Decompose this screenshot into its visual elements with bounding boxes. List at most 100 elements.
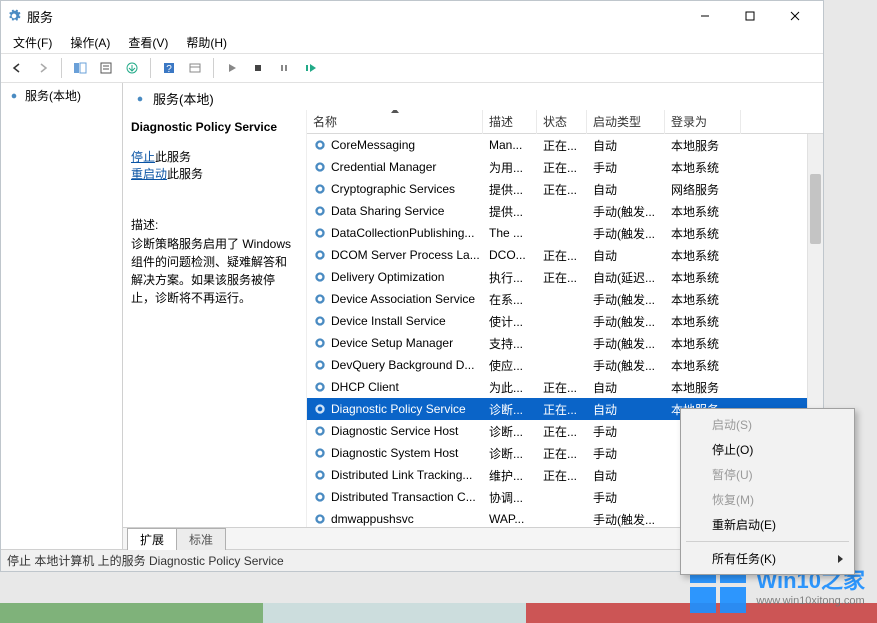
service-desc: WAP... — [483, 512, 537, 526]
gear-icon — [313, 204, 327, 218]
service-row[interactable]: DevQuery Background D...使应...手动(触发...本地系… — [307, 354, 823, 376]
service-row[interactable]: Device Association Service在系...手动(触发...本… — [307, 288, 823, 310]
minimize-button[interactable] — [682, 2, 727, 30]
col-logon-as[interactable]: 登录为 — [665, 110, 741, 134]
maximize-button[interactable] — [727, 2, 772, 30]
service-desc: 提供... — [483, 203, 537, 220]
service-logon: 本地系统 — [665, 247, 741, 264]
tab-standard[interactable]: 标准 — [176, 528, 226, 550]
ctx-stop[interactable]: 停止(O) — [684, 437, 851, 462]
tree-root[interactable]: 服务(本地) — [7, 87, 116, 104]
service-type: 手动(触发... — [587, 313, 665, 330]
service-row[interactable]: CoreMessagingMan...正在...自动本地服务 — [307, 134, 823, 156]
service-type: 自动 — [587, 379, 665, 396]
service-logon: 本地系统 — [665, 159, 741, 176]
selected-service-title: Diagnostic Policy Service — [131, 120, 298, 134]
panel-header: 服务(本地) — [123, 83, 823, 110]
service-row[interactable]: Delivery Optimization执行...正在...自动(延迟...本… — [307, 266, 823, 288]
service-status: 正在... — [537, 137, 587, 154]
service-name: Device Association Service — [331, 292, 475, 306]
stop-service-button[interactable] — [246, 56, 270, 80]
service-type: 手动 — [587, 489, 665, 506]
show-hide-tree-button[interactable] — [68, 56, 92, 80]
service-desc: 诊断... — [483, 445, 537, 462]
pause-service-button[interactable] — [272, 56, 296, 80]
service-name: Cryptographic Services — [331, 182, 455, 196]
menu-help[interactable]: 帮助(H) — [178, 32, 235, 53]
description-text: 诊断策略服务启用了 Windows 组件的问题检测、疑难解答和解决方案。如果该服… — [131, 235, 298, 307]
service-status: 正在... — [537, 467, 587, 484]
menu-view[interactable]: 查看(V) — [120, 32, 176, 53]
col-status[interactable]: 状态 — [537, 110, 587, 134]
service-desc: 诊断... — [483, 423, 537, 440]
service-logon: 本地系统 — [665, 269, 741, 286]
ctx-start: 启动(S) — [684, 412, 851, 437]
service-type: 手动(触发... — [587, 225, 665, 242]
service-row[interactable]: Data Sharing Service提供...手动(触发...本地系统 — [307, 200, 823, 222]
service-name: Device Setup Manager — [331, 336, 453, 350]
submenu-arrow-icon — [838, 555, 843, 563]
service-row[interactable]: Credential Manager为用...正在...手动本地系统 — [307, 156, 823, 178]
titlebar: 服务 — [1, 1, 823, 31]
ctx-resume: 恢复(M) — [684, 487, 851, 512]
service-row[interactable]: Cryptographic Services提供...正在...自动网络服务 — [307, 178, 823, 200]
tree-root-label: 服务(本地) — [25, 87, 81, 104]
service-type: 手动 — [587, 159, 665, 176]
view-button[interactable] — [183, 56, 207, 80]
gear-icon — [313, 490, 327, 504]
service-status: 正在... — [537, 159, 587, 176]
service-name: DHCP Client — [331, 380, 399, 394]
stop-link[interactable]: 停止 — [131, 150, 155, 164]
toolbar-separator — [150, 58, 151, 78]
ctx-pause: 暂停(U) — [684, 462, 851, 487]
service-row[interactable]: DataCollectionPublishing...The ...手动(触发.… — [307, 222, 823, 244]
forward-button[interactable] — [31, 56, 55, 80]
menu-action[interactable]: 操作(A) — [62, 32, 118, 53]
gear-icon — [313, 270, 327, 284]
svg-text:?: ? — [166, 64, 172, 75]
service-desc: 提供... — [483, 181, 537, 198]
gear-icon — [313, 182, 327, 196]
service-type: 手动(触发... — [587, 291, 665, 308]
scrollbar-thumb[interactable] — [810, 174, 821, 244]
restart-service-button[interactable] — [298, 56, 322, 80]
service-row[interactable]: Device Setup Manager支持...手动(触发...本地系统 — [307, 332, 823, 354]
restart-link[interactable]: 重启动 — [131, 167, 167, 181]
properties-button[interactable] — [94, 56, 118, 80]
service-type: 手动(触发... — [587, 511, 665, 528]
start-service-button[interactable] — [220, 56, 244, 80]
col-description[interactable]: 描述 — [483, 110, 537, 134]
ctx-restart[interactable]: 重新启动(E) — [684, 512, 851, 537]
gear-icon — [313, 446, 327, 460]
menu-file[interactable]: 文件(F) — [5, 32, 60, 53]
service-row[interactable]: Device Install Service使计...手动(触发...本地系统 — [307, 310, 823, 332]
service-status: 正在... — [537, 379, 587, 396]
description-label: 描述: — [131, 216, 298, 233]
tab-extended[interactable]: 扩展 — [127, 528, 177, 550]
service-name: Diagnostic System Host — [331, 446, 458, 460]
gear-icon — [313, 160, 327, 174]
service-row[interactable]: DCOM Server Process La...DCO...正在...自动本地… — [307, 244, 823, 266]
service-row[interactable]: DHCP Client为此...正在...自动本地服务 — [307, 376, 823, 398]
gear-icon — [313, 468, 327, 482]
gear-icon — [313, 248, 327, 262]
ctx-all-tasks[interactable]: 所有任务(K) — [684, 546, 851, 571]
service-desc: 支持... — [483, 335, 537, 352]
gear-icon — [7, 89, 21, 103]
col-startup-type[interactable]: 启动类型 — [587, 110, 665, 134]
service-logon: 本地服务 — [665, 379, 741, 396]
close-button[interactable] — [772, 2, 817, 30]
service-status: 正在... — [537, 269, 587, 286]
help-button[interactable]: ? — [157, 56, 181, 80]
service-name: CoreMessaging — [331, 138, 415, 152]
col-name[interactable]: 名称 — [307, 110, 483, 134]
gear-icon — [313, 358, 327, 372]
back-button[interactable] — [5, 56, 29, 80]
status-text: 停止 本地计算机 上的服务 Diagnostic Policy Service — [7, 552, 284, 569]
detail-pane: Diagnostic Policy Service 停止此服务 重启动此服务 描… — [123, 110, 307, 527]
service-logon: 本地系统 — [665, 225, 741, 242]
service-name: Credential Manager — [331, 160, 436, 174]
export-button[interactable] — [120, 56, 144, 80]
gear-icon — [313, 336, 327, 350]
service-desc: 维护... — [483, 467, 537, 484]
